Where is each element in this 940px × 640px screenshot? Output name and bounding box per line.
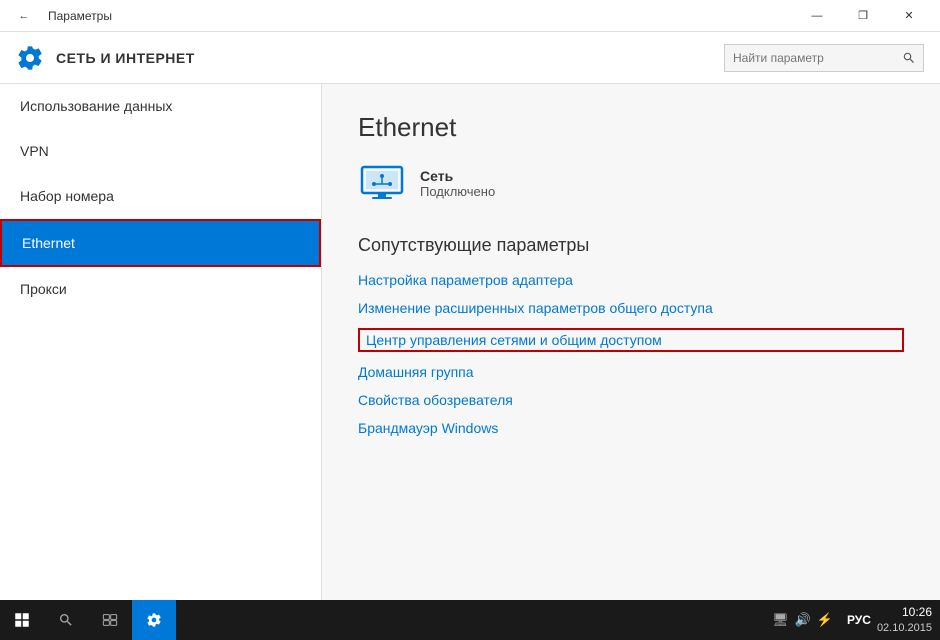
link-firewall[interactable]: Брандмауэр Windows <box>358 420 904 436</box>
start-button[interactable] <box>0 600 44 640</box>
search-taskbar-button[interactable] <box>44 600 88 640</box>
maximize-button[interactable]: ❐ <box>840 0 886 32</box>
sidebar-item-dialup[interactable]: Набор номера <box>0 174 321 219</box>
taskbar-right: 🖥 🔊 ⚡ РУС 10:26 02.10.2015 <box>772 604 940 636</box>
gear-icon <box>16 44 44 72</box>
related-links: Настройка параметров адаптера Изменение … <box>358 272 904 436</box>
taskbar-left <box>0 600 176 640</box>
taskbar: 🖥 🔊 ⚡ РУС 10:26 02.10.2015 <box>0 600 940 640</box>
clock-time: 10:26 <box>877 604 932 621</box>
network-info: Сеть Подключено <box>420 168 495 199</box>
network-status: Подключено <box>420 184 495 199</box>
sidebar-item-ethernet[interactable]: Ethernet <box>0 219 321 267</box>
content-area: Ethernet С <box>322 84 940 600</box>
main-layout: Использование данных VPN Набор номера Et… <box>0 84 940 600</box>
app-header: СЕТЬ И ИНТЕРНЕТ <box>0 32 940 84</box>
title-bar: ← Параметры — ❐ ✕ <box>0 0 940 32</box>
sidebar-item-proxy[interactable]: Прокси <box>0 267 321 312</box>
network-name: Сеть <box>420 168 495 184</box>
title-bar-title: Параметры <box>48 9 112 23</box>
settings-taskbar-button[interactable] <box>132 600 176 640</box>
taskbar-clock: 10:26 02.10.2015 <box>877 604 932 636</box>
minimize-button[interactable]: — <box>794 0 840 32</box>
back-button[interactable]: ← <box>8 0 40 32</box>
volume-icon: 🔊 <box>795 612 811 628</box>
battery-icon: ⚡ <box>817 612 833 628</box>
app-header-left: СЕТЬ И ИНТЕРНЕТ <box>16 44 195 72</box>
link-browser-props[interactable]: Свойства обозревателя <box>358 392 904 408</box>
close-button[interactable]: ✕ <box>886 0 932 32</box>
related-title: Сопутствующие параметры <box>358 235 904 256</box>
page-title: Ethernet <box>358 112 904 143</box>
clock-date: 02.10.2015 <box>877 621 932 636</box>
sidebar: Использование данных VPN Набор номера Et… <box>0 84 322 600</box>
language-indicator: РУС <box>847 613 871 627</box>
title-bar-controls: — ❐ ✕ <box>794 0 932 32</box>
taskbar-system-icons: 🖥 🔊 ⚡ <box>772 612 833 628</box>
search-box[interactable] <box>724 44 924 72</box>
app-header-title: СЕТЬ И ИНТЕРНЕТ <box>56 50 195 66</box>
sidebar-item-vpn[interactable]: VPN <box>0 129 321 174</box>
search-button[interactable] <box>895 44 923 72</box>
title-bar-left: ← Параметры <box>8 0 112 32</box>
link-network-center[interactable]: Центр управления сетями и общим доступом <box>358 328 904 352</box>
network-icon <box>358 163 406 203</box>
link-adapter[interactable]: Настройка параметров адаптера <box>358 272 904 288</box>
task-view-button[interactable] <box>88 600 132 640</box>
network-card: Сеть Подключено <box>358 163 904 203</box>
link-homegroup[interactable]: Домашняя группа <box>358 364 904 380</box>
search-input[interactable] <box>725 51 895 65</box>
sidebar-item-data-usage[interactable]: Использование данных <box>0 84 321 129</box>
link-sharing[interactable]: Изменение расширенных параметров общего … <box>358 300 904 316</box>
network-tray-icon: 🖥 <box>772 612 789 628</box>
